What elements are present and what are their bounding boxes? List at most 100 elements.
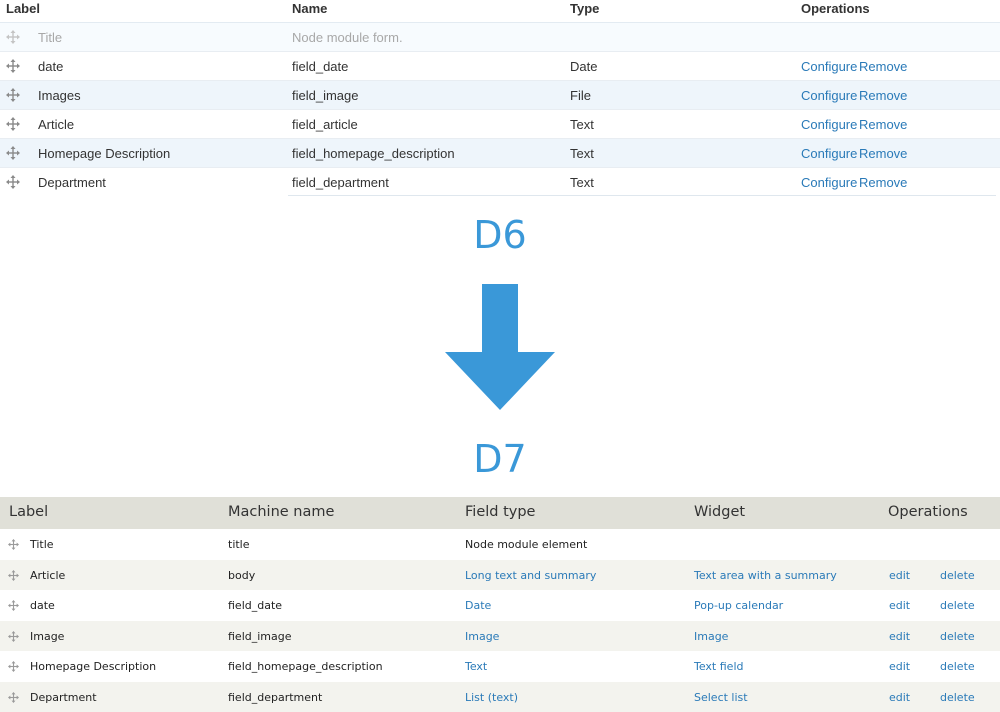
d7-table-row: Article body Long text and summary Text …: [0, 559, 1000, 590]
d6-header-label: Label: [6, 1, 40, 16]
d6-table-header: Label Name Type Operations: [0, 0, 1000, 22]
delete-link[interactable]: delete: [940, 599, 975, 612]
remove-link[interactable]: Remove: [859, 117, 907, 132]
d7-row-machine-name: title: [228, 538, 250, 551]
d7-header-operations: Operations: [888, 504, 968, 520]
d7-row-label: date: [30, 599, 55, 612]
d6-header-name: Name: [292, 1, 328, 16]
remove-link[interactable]: Remove: [859, 146, 907, 161]
d6-row-label: Homepage Description: [38, 146, 171, 161]
d6-row-label: Images: [38, 88, 81, 103]
configure-link[interactable]: Configure: [801, 117, 857, 132]
edit-link[interactable]: edit: [889, 599, 910, 612]
d7-row-machine-name: field_homepage_description: [228, 660, 383, 673]
d7-header-label: Label: [9, 504, 49, 520]
drag-handle-icon[interactable]: [8, 600, 19, 611]
delete-link[interactable]: delete: [940, 630, 975, 643]
configure-link[interactable]: Configure: [801, 175, 857, 190]
edit-link[interactable]: edit: [889, 691, 910, 704]
d6-row-label: Title: [38, 30, 63, 45]
delete-link[interactable]: delete: [940, 569, 975, 582]
field-type-link[interactable]: Image: [465, 630, 499, 643]
d6-row-label: date: [38, 59, 64, 74]
d7-row-machine-name: field_department: [228, 690, 323, 704]
d6-row-label: Department: [38, 175, 106, 190]
drag-handle-icon[interactable]: [6, 59, 20, 73]
configure-link[interactable]: Configure: [801, 88, 857, 103]
delete-link[interactable]: delete: [940, 691, 975, 704]
widget-link[interactable]: Text area with a summary: [694, 569, 837, 582]
drag-handle-icon[interactable]: [8, 661, 19, 672]
d6-row-name: field_image: [292, 88, 359, 103]
d7-table-row: Image field_image Image Image edit delet…: [0, 620, 1000, 651]
d6-table-row: Homepage Description field_homepage_desc…: [0, 139, 1000, 168]
remove-link[interactable]: Remove: [859, 175, 907, 190]
d6-table-bottom-border: [288, 195, 996, 196]
drag-handle-icon[interactable]: [8, 569, 19, 581]
configure-link[interactable]: Configure: [801, 146, 857, 161]
d7-version-label: D7: [473, 437, 527, 481]
d7-header-machine-name: Machine name: [228, 504, 335, 520]
d7-fields-table: Label Machine name Field type Widget Ope…: [0, 497, 1000, 712]
d6-table-row: date field_date Date Configure Remove: [0, 52, 1000, 81]
field-type-link[interactable]: List (text): [465, 691, 518, 704]
d6-row-type: File: [570, 88, 591, 103]
d6-row-name: Node module form.: [292, 30, 403, 45]
d7-row-machine-name: field_date: [228, 599, 283, 612]
drag-handle-icon[interactable]: [6, 146, 20, 160]
edit-link[interactable]: edit: [889, 630, 910, 643]
widget-link[interactable]: Image: [694, 630, 728, 643]
d6-row-name: field_homepage_description: [292, 146, 455, 161]
configure-link[interactable]: Configure: [801, 59, 857, 74]
d7-table-row: Department field_department List (text) …: [0, 681, 1000, 712]
field-type-link[interactable]: Date: [465, 599, 491, 612]
edit-link[interactable]: edit: [889, 660, 910, 673]
d6-fields-table: Label Name Type Operations Title Node mo…: [0, 0, 1000, 196]
d7-row-machine-name: body: [228, 568, 256, 582]
d6-table-row: Images field_image File Configure Remove: [0, 81, 1000, 110]
d7-row-label: Homepage Description: [30, 660, 157, 673]
d6-row-type: Text: [570, 146, 594, 161]
d7-table-row: Title title Node module element: [0, 529, 1000, 560]
drag-handle-icon[interactable]: [8, 630, 19, 642]
d6-row-label: Article: [38, 117, 75, 132]
remove-link[interactable]: Remove: [859, 59, 907, 74]
remove-link[interactable]: Remove: [859, 88, 907, 103]
drag-handle-icon[interactable]: [6, 30, 20, 44]
d7-row-label: Article: [30, 568, 66, 582]
drag-handle-icon[interactable]: [8, 539, 19, 550]
d7-table-row: Homepage Description field_homepage_desc…: [0, 651, 1000, 682]
d6-row-type: Text: [570, 117, 594, 132]
d7-header-widget: Widget: [694, 504, 746, 520]
d6-header-operations: Operations: [801, 1, 870, 16]
d6-row-name: field_date: [292, 59, 349, 74]
widget-link[interactable]: Pop-up calendar: [694, 599, 783, 612]
d6-table-row: Title Node module form.: [0, 22, 1000, 52]
d6-row-name: field_department: [292, 175, 389, 190]
d6-row-name: field_article: [292, 117, 358, 132]
drag-handle-icon[interactable]: [6, 175, 20, 189]
drag-handle-icon[interactable]: [6, 88, 20, 102]
widget-link[interactable]: Select list: [694, 691, 748, 704]
d7-row-label: Title: [30, 538, 54, 551]
edit-link[interactable]: edit: [889, 569, 910, 582]
d6-row-type: Text: [570, 175, 594, 190]
d6-table-row: Article field_article Text Configure Rem…: [0, 110, 1000, 139]
arrow-down-icon: [443, 284, 557, 417]
d7-header-field-type: Field type: [465, 504, 536, 520]
d6-row-type: Date: [570, 59, 598, 74]
d7-row-machine-name: field_image: [228, 629, 292, 643]
d7-table-header: Label Machine name Field type Widget Ope…: [0, 497, 1000, 529]
d6-table-row: Department field_department Text Configu…: [0, 168, 1000, 196]
field-type-link[interactable]: Text: [465, 660, 487, 673]
d7-row-label: Image: [30, 629, 65, 643]
delete-link[interactable]: delete: [940, 660, 975, 673]
d6-version-label: D6: [473, 213, 527, 257]
drag-handle-icon[interactable]: [6, 117, 20, 131]
field-type-link[interactable]: Long text and summary: [465, 569, 596, 582]
widget-link[interactable]: Text field: [694, 660, 743, 673]
drag-handle-icon[interactable]: [8, 691, 19, 703]
d7-row-label: Department: [30, 690, 97, 704]
d7-row-field-type: Node module element: [465, 538, 588, 551]
d7-table-row: date field_date Date Pop-up calendar edi…: [0, 590, 1000, 621]
